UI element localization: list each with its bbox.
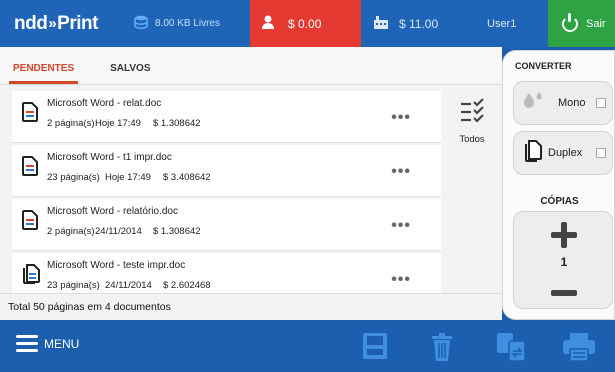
- top-bar: ndd» Print 8.00 KB Livres $ 0.00 $ 11.00 …: [0, 0, 615, 47]
- ink-drops-icon: [522, 91, 544, 116]
- save-icon[interactable]: [362, 332, 388, 365]
- more-options-icon[interactable]: •••: [391, 217, 411, 235]
- document-date: 24/11/2014: [105, 280, 152, 291]
- balance-value: $ 0.00: [288, 16, 322, 31]
- total-summary: Total 50 páginas em 4 documentos: [0, 293, 502, 320]
- converter-label: CONVERTER: [515, 61, 572, 71]
- document-price: $ 3.408642: [163, 172, 211, 183]
- document-meta: 2 página(s) Hoje 17:49 $ 1.308642: [47, 118, 201, 129]
- document-price: $ 1.308642: [153, 226, 201, 237]
- copies-label: CÓPIAS: [540, 196, 579, 207]
- power-icon: [562, 12, 578, 32]
- select-all-label: Todos: [459, 134, 485, 145]
- storage-label: 8.00 KB Livres: [155, 18, 221, 29]
- document-meta: 23 página(s) Hoje 17:49 $ 3.408642: [47, 172, 211, 183]
- hamburger-icon: [16, 335, 38, 353]
- duplex-doc-icon: [22, 264, 40, 289]
- document-date: Hoje 17:49: [105, 172, 151, 183]
- word-doc-icon: [22, 210, 38, 235]
- document-meta: 2 página(s) 24/11/2014 $ 1.308642: [47, 226, 201, 237]
- more-options-icon[interactable]: •••: [391, 109, 411, 127]
- document-meta: 23 página(s) 24/11/2014 $ 2.602468: [47, 280, 211, 291]
- exit-button[interactable]: Sair: [548, 0, 615, 47]
- word-doc-icon: [22, 156, 38, 181]
- document-title: Microsoft Word - teste impr.doc: [47, 260, 186, 271]
- logo-print: Print: [57, 12, 98, 34]
- more-options-icon[interactable]: •••: [391, 271, 411, 289]
- tab-saved[interactable]: SALVOS: [106, 63, 154, 84]
- logo-ndd: ndd: [14, 12, 48, 34]
- bottom-toolbar: MENU: [0, 320, 615, 372]
- exit-label: Sair: [586, 17, 606, 30]
- document-pages: 23 página(s): [47, 280, 100, 291]
- user-balance: $ 0.00: [250, 0, 361, 47]
- app-logo: ndd» Print: [0, 0, 122, 47]
- mono-checkbox[interactable]: [596, 98, 606, 108]
- mono-option[interactable]: Mono: [513, 81, 613, 125]
- duplex-label: Duplex: [548, 147, 583, 159]
- document-title: Microsoft Word - t1 impr.doc: [47, 152, 172, 163]
- logo-arrow: »: [48, 15, 57, 32]
- minus-icon[interactable]: [551, 290, 577, 296]
- plus-icon[interactable]: [551, 222, 577, 248]
- storage-indicator: 8.00 KB Livres: [122, 0, 250, 47]
- total-cost: $ 11.00: [361, 0, 478, 47]
- document-price: $ 1.308642: [153, 118, 201, 129]
- convert-icon[interactable]: [496, 332, 526, 367]
- documents-panel: PENDENTES SALVOS Microsoft Word - relat.…: [0, 47, 502, 320]
- document-date: 24/11/2014: [95, 226, 142, 237]
- document-title: Microsoft Word - relat.doc: [47, 98, 162, 109]
- document-title: Microsoft Word - relatório.doc: [47, 206, 178, 217]
- document-row[interactable]: Microsoft Word - relatório.doc 2 página(…: [12, 199, 441, 251]
- document-price: $ 2.602468: [163, 280, 211, 291]
- print-options-panel: CONVERTER Mono Duplex CÓPIAS 1: [502, 50, 615, 320]
- mono-label: Mono: [558, 97, 586, 109]
- word-doc-icon: [22, 102, 38, 127]
- print-icon[interactable]: [562, 332, 596, 367]
- total-value: $ 11.00: [399, 16, 439, 31]
- copies-stepper: 1: [513, 211, 613, 309]
- document-row[interactable]: Microsoft Word - t1 impr.doc 23 página(s…: [12, 145, 441, 197]
- document-pages: 23 página(s): [47, 172, 100, 183]
- checklist-icon: [460, 98, 484, 131]
- menu-button[interactable]: MENU: [16, 335, 79, 353]
- menu-label: MENU: [44, 337, 80, 351]
- database-icon: [134, 15, 148, 32]
- cost-icon: [373, 15, 389, 32]
- copies-value: 1: [560, 255, 568, 269]
- username: User1: [478, 0, 548, 47]
- user-icon: [262, 15, 274, 32]
- document-pages: 2 página(s): [47, 226, 95, 237]
- duplex-option[interactable]: Duplex: [513, 131, 613, 175]
- document-date: Hoje 17:49: [95, 118, 141, 129]
- document-pages: 2 página(s): [47, 118, 95, 129]
- duplex-icon: [524, 139, 542, 167]
- select-all-button[interactable]: Todos: [444, 97, 500, 145]
- tab-pending[interactable]: PENDENTES: [9, 63, 79, 84]
- document-row[interactable]: Microsoft Word - relat.doc 2 página(s) H…: [12, 91, 441, 143]
- duplex-checkbox[interactable]: [596, 148, 606, 158]
- more-options-icon[interactable]: •••: [391, 163, 411, 181]
- tab-bar: PENDENTES SALVOS: [0, 47, 502, 85]
- trash-icon[interactable]: [430, 332, 454, 367]
